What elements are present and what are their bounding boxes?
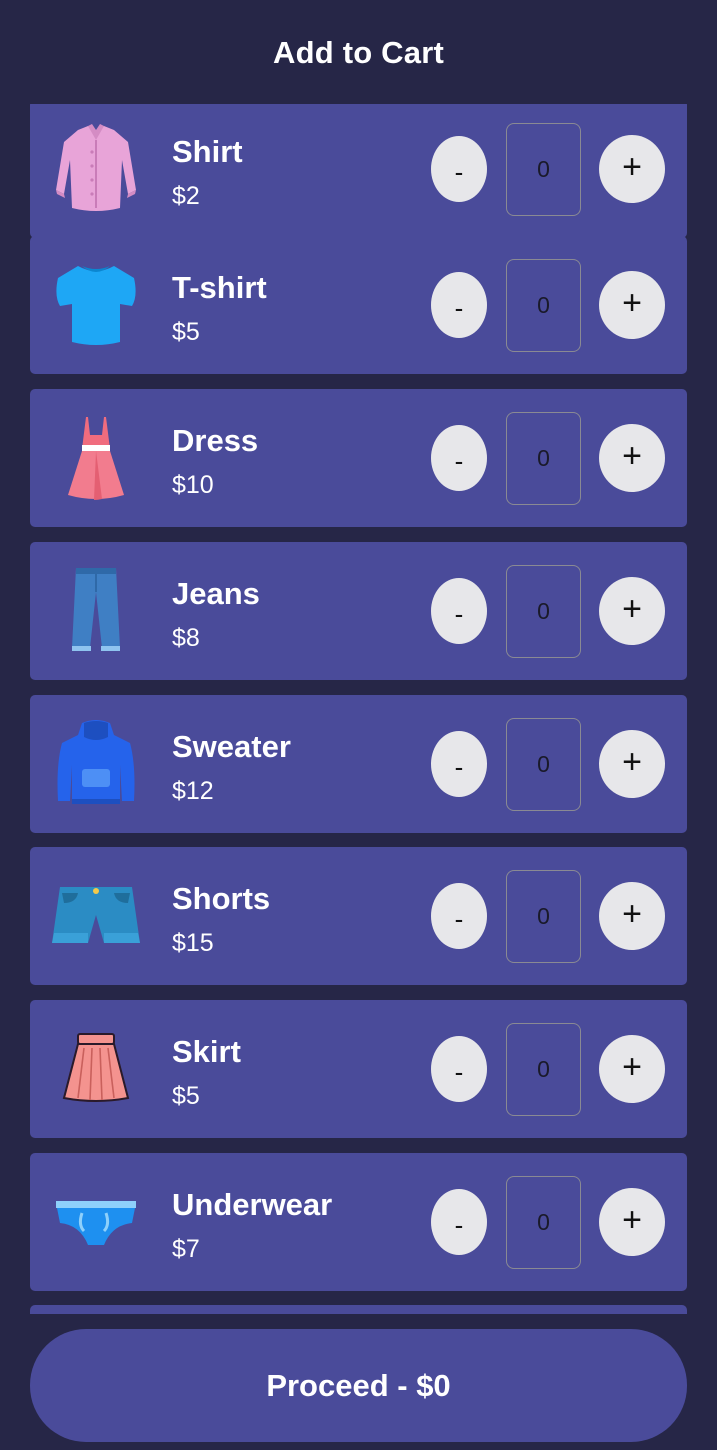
sweater-icon (48, 715, 144, 811)
product-price: $10 (172, 471, 214, 499)
product-name: Skirt (172, 1034, 241, 1069)
product-price: $5 (172, 318, 200, 346)
increase-button[interactable]: + (599, 271, 665, 339)
quantity-field[interactable] (506, 412, 581, 505)
decrease-button[interactable]: - (431, 1036, 487, 1102)
product-price: $8 (172, 624, 200, 652)
increase-button[interactable]: + (599, 730, 665, 798)
quantity-field[interactable] (506, 565, 581, 658)
dress-icon (48, 409, 144, 505)
underwear-icon (48, 1173, 144, 1269)
decrease-button[interactable]: - (431, 272, 487, 338)
proceed-button[interactable]: Proceed - $0 (30, 1329, 687, 1442)
product-name: Shirt (172, 134, 243, 169)
product-card-underwear: Underwear $7 - + (30, 1153, 687, 1291)
quantity-field[interactable] (506, 123, 581, 216)
product-card-shirt: Shirt $2 - + (30, 104, 687, 238)
product-name: Jeans (172, 576, 260, 611)
page-title: Add to Cart (273, 35, 444, 70)
increase-button[interactable]: + (599, 424, 665, 492)
product-card-dress: Dress $10 - + (30, 389, 687, 527)
product-card-skirt: Skirt $5 - + (30, 1000, 687, 1138)
product-price: $5 (172, 1082, 200, 1110)
tshirt-icon (48, 256, 144, 352)
quantity-field[interactable] (506, 870, 581, 963)
product-price: $2 (172, 182, 200, 210)
product-card-shorts: Shorts $15 - + (30, 847, 687, 985)
shirt-icon (48, 120, 144, 216)
quantity-field[interactable] (506, 718, 581, 811)
decrease-button[interactable]: - (431, 1189, 487, 1255)
product-name: Underwear (172, 1187, 333, 1222)
product-price: $12 (172, 777, 214, 805)
product-card-jeans: Jeans $8 - + (30, 542, 687, 680)
quantity-field[interactable] (506, 1176, 581, 1269)
quantity-field[interactable] (506, 259, 581, 352)
product-card-tshirt: T-shirt $5 - + (30, 236, 687, 374)
jeans-icon (48, 562, 144, 658)
increase-button[interactable]: + (599, 135, 665, 203)
decrease-button[interactable]: - (431, 731, 487, 797)
decrease-button[interactable]: - (431, 883, 487, 949)
quantity-field[interactable] (506, 1023, 581, 1116)
increase-button[interactable]: + (599, 1035, 665, 1103)
add-to-cart-screen: Add to Cart Shirt $2 - + (0, 0, 717, 1450)
increase-button[interactable]: + (599, 577, 665, 645)
decrease-button[interactable]: - (431, 136, 487, 202)
product-name: Dress (172, 423, 259, 458)
product-card-sweater: Sweater $12 - + (30, 695, 687, 833)
decrease-button[interactable]: - (431, 578, 487, 644)
product-name: T-shirt (172, 270, 267, 305)
product-card-next (30, 1305, 687, 1314)
shorts-icon (48, 867, 144, 963)
increase-button[interactable]: + (599, 882, 665, 950)
increase-button[interactable]: + (599, 1188, 665, 1256)
header: Add to Cart (0, 0, 717, 104)
product-name: Shorts (172, 881, 271, 916)
skirt-icon (48, 1020, 144, 1116)
product-price: $7 (172, 1235, 200, 1263)
product-price: $15 (172, 929, 214, 957)
product-list[interactable]: Shirt $2 - + T-shirt $5 - + (0, 104, 717, 1314)
decrease-button[interactable]: - (431, 425, 487, 491)
product-name: Sweater (172, 729, 291, 764)
